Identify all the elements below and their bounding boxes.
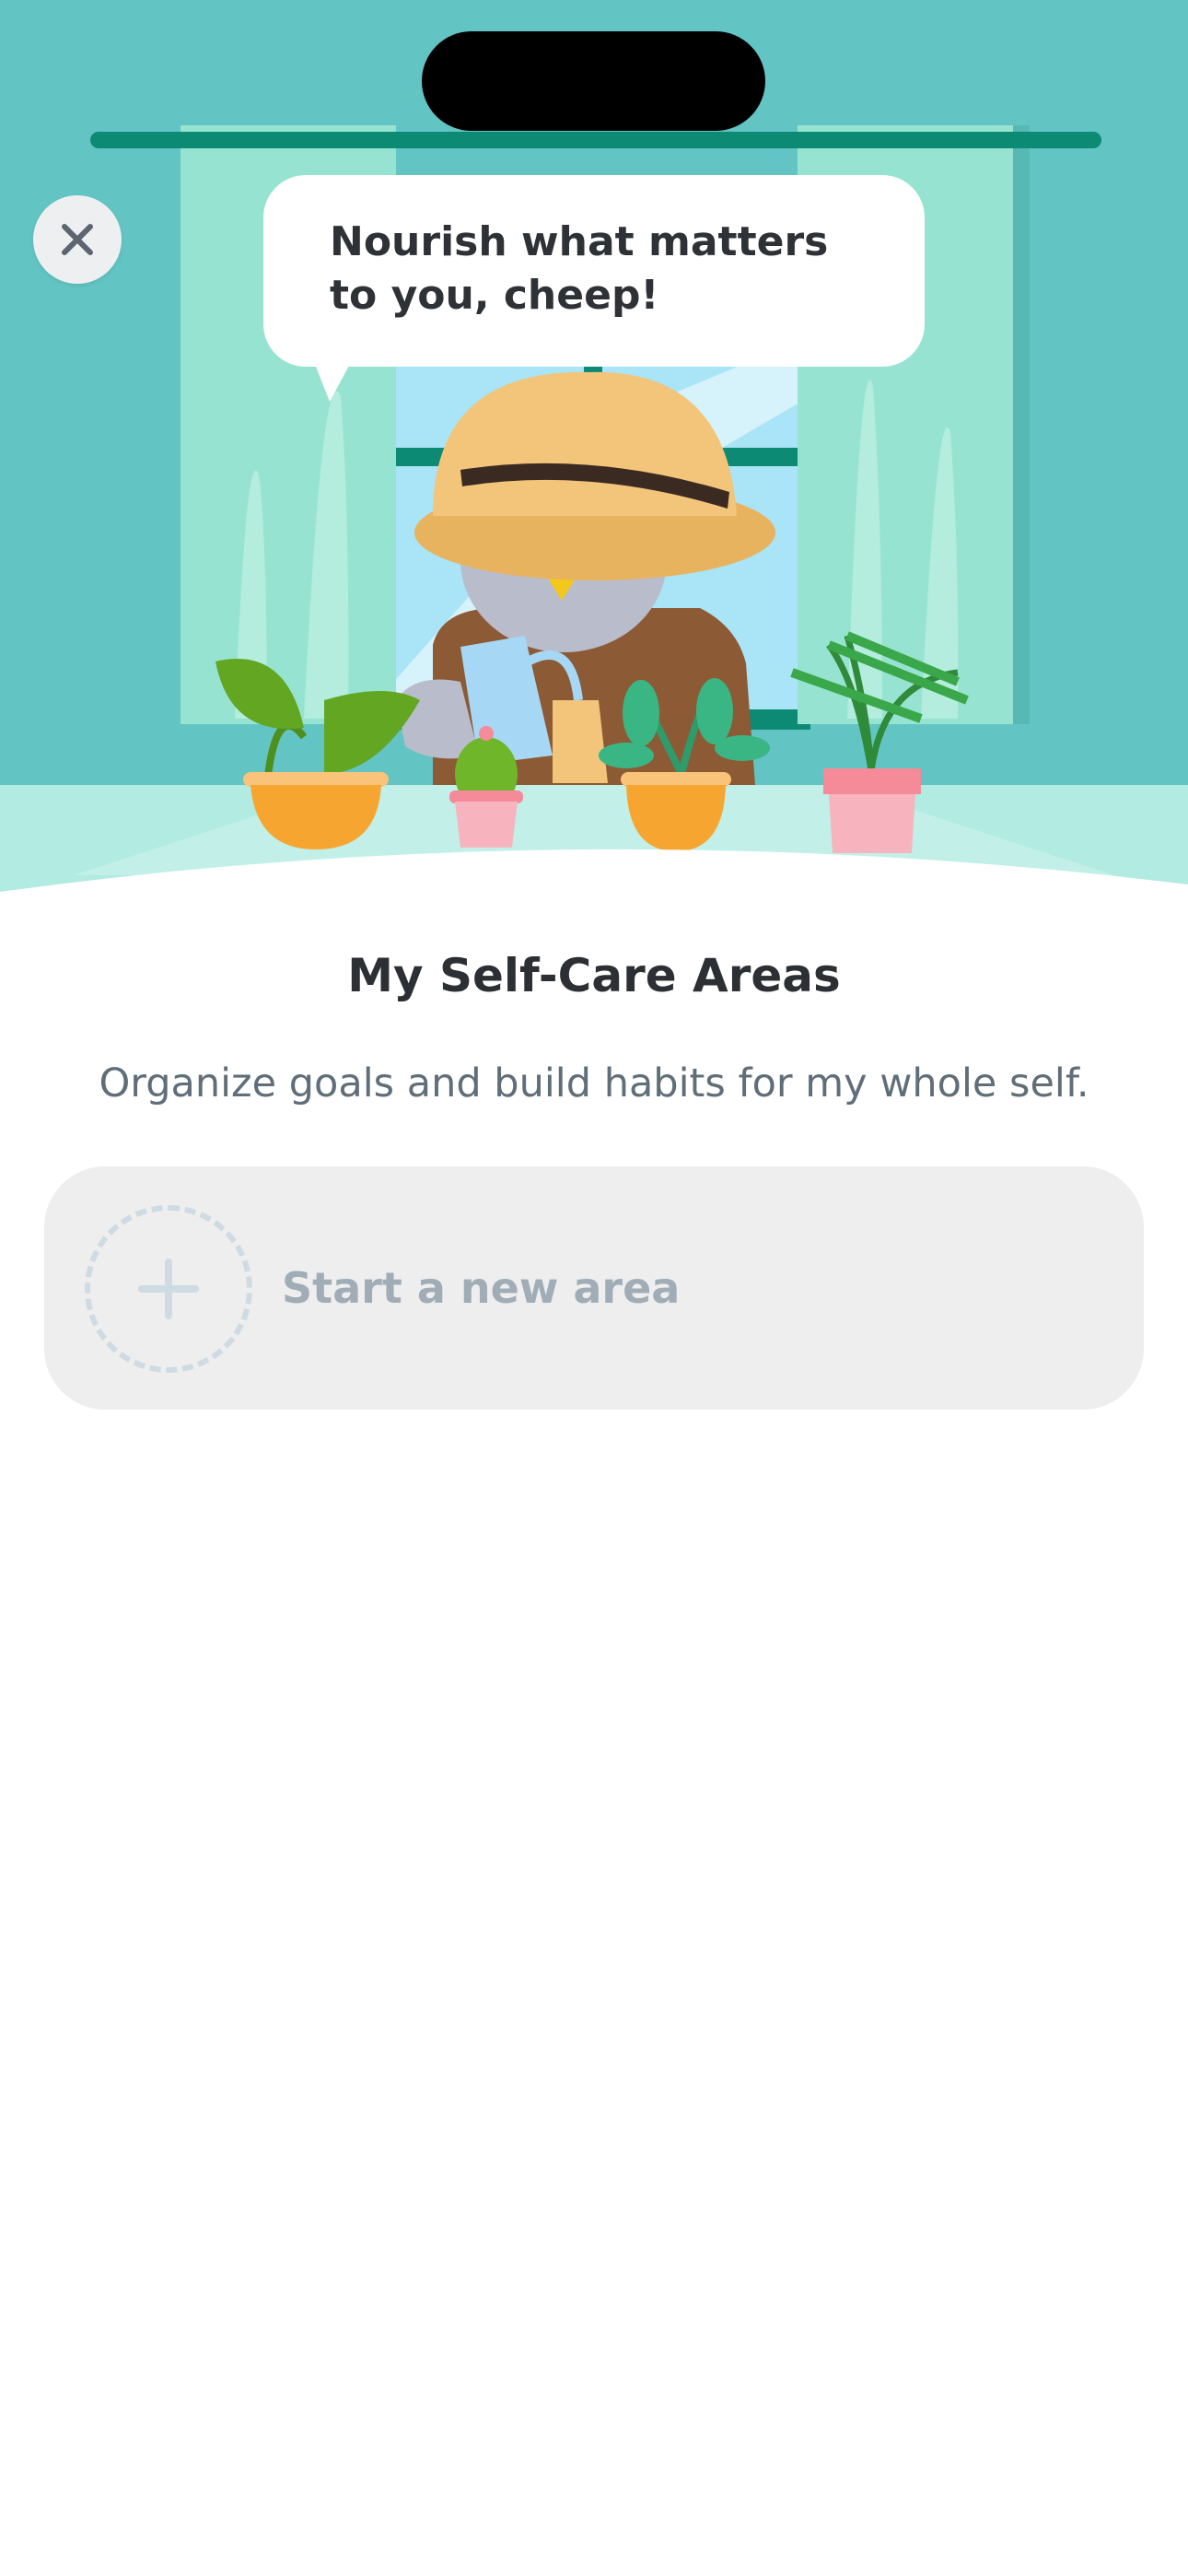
curtain-rod [90,132,1101,148]
page-title: My Self-Care Areas [347,949,841,1002]
dynamic-island [422,31,765,131]
speech-bubble-tail [309,350,357,402]
close-icon [62,224,93,255]
speech-bubble: Nourish what matters to you, cheep! [263,175,925,367]
gardener-bird-scene [0,0,1188,894]
hero-illustration [0,0,1188,894]
start-new-area-label: Start a new area [282,1263,681,1313]
close-button[interactable] [33,195,122,284]
plus-circle [85,1205,252,1373]
plus-icon [138,1259,199,1319]
page-subtitle: Organize goals and build habits for my w… [99,1060,1089,1107]
start-new-area-button[interactable]: Start a new area [44,1166,1144,1410]
